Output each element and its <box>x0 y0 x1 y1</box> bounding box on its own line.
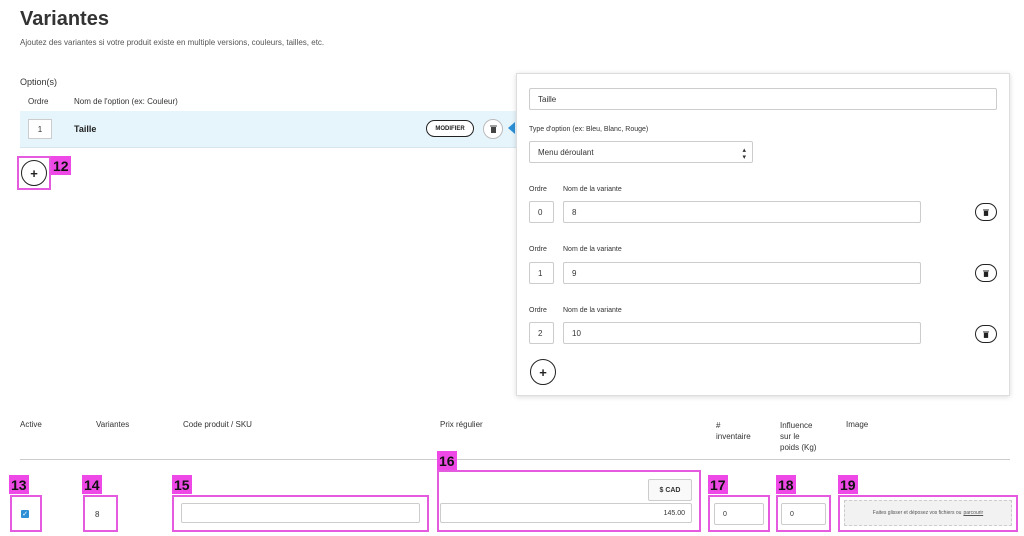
header-variants: Variantes <box>96 420 130 429</box>
options-col-order: Ordre <box>28 97 49 106</box>
option-type-value: Menu déroulant <box>538 147 594 157</box>
header-price: Prix régulier <box>440 420 483 429</box>
sku-input[interactable] <box>181 503 420 523</box>
annotation-badge-13: 13 <box>9 475 29 494</box>
delete-option-button[interactable] <box>483 119 503 139</box>
active-checkbox[interactable]: ✓ <box>21 510 29 518</box>
annotation-badge-19: 19 <box>838 475 858 494</box>
option-type-select[interactable]: Menu déroulant ▴ ▾ <box>529 141 753 163</box>
modify-option-button[interactable]: MODIFIER <box>426 120 474 137</box>
header-weight-line: sur le <box>780 432 800 441</box>
variant-name-label: Nom de la variante <box>563 186 622 193</box>
panel-pointer <box>508 122 515 134</box>
header-inventory: # inventaire <box>716 420 751 442</box>
delete-variant-button[interactable] <box>975 264 997 282</box>
variant-order-label: Ordre <box>529 246 547 253</box>
weight-input[interactable]: 0 <box>781 503 826 525</box>
check-icon: ✓ <box>22 510 28 518</box>
trash-icon <box>983 209 989 216</box>
variant-order-field[interactable]: 1 <box>529 262 554 284</box>
variant-name-field[interactable]: 9 <box>563 262 921 284</box>
annotation-badge-12: 12 <box>51 156 71 175</box>
annotation-badge-15: 15 <box>172 475 192 494</box>
variant-order-label: Ordre <box>529 307 547 314</box>
delete-variant-button[interactable] <box>975 203 997 221</box>
trash-icon <box>489 125 497 133</box>
browse-link[interactable]: parcourir <box>963 510 983 516</box>
header-weight-line: poids (Kg) <box>780 443 817 452</box>
variant-order-field[interactable]: 0 <box>529 201 554 223</box>
header-inventory-line: # <box>716 421 721 430</box>
annotation-badge-17: 17 <box>708 475 728 494</box>
variant-order-field[interactable]: 2 <box>529 322 554 344</box>
variant-name-field[interactable]: 10 <box>563 322 921 344</box>
variant-name-field[interactable]: 8 <box>563 201 921 223</box>
page-title: Variantes <box>20 8 109 30</box>
plus-icon: + <box>30 165 38 181</box>
annotation-badge-14: 14 <box>82 475 102 494</box>
option-type-label: Type d'option (ex: Bleu, Blanc, Rouge) <box>529 126 649 133</box>
trash-icon <box>983 331 989 338</box>
header-weight-line: Influence <box>780 421 813 430</box>
dropzone-text: Faites glisser et déposez vos fichiers o… <box>872 510 962 516</box>
select-arrows-icon: ▴ ▾ <box>742 147 746 161</box>
add-option-button[interactable]: + <box>21 160 47 186</box>
delete-variant-button[interactable] <box>975 325 997 343</box>
price-input[interactable]: 145.00 <box>440 503 692 523</box>
option-name-input[interactable]: Taille <box>529 88 997 110</box>
header-active: Active <box>20 420 42 429</box>
trash-icon <box>983 270 989 277</box>
option-name: Taille <box>74 124 97 134</box>
annotation-badge-16: 16 <box>437 451 457 470</box>
currency-addon: $ CAD <box>648 479 692 501</box>
add-variant-button[interactable]: + <box>530 359 556 385</box>
options-col-name: Nom de l'option (ex: Couleur) <box>74 97 178 106</box>
page-subtitle: Ajoutez des variantes si votre produit e… <box>20 38 325 47</box>
annotation-box-14 <box>83 495 118 532</box>
table-divider <box>20 459 1010 460</box>
inventory-input[interactable]: 0 <box>714 503 764 525</box>
header-image: Image <box>846 420 869 429</box>
option-edit-panel <box>516 73 1010 396</box>
header-sku: Code produit / SKU <box>183 420 252 429</box>
variant-name-label: Nom de la variante <box>563 307 622 314</box>
header-weight: Influence sur le poids (Kg) <box>780 420 816 453</box>
image-dropzone[interactable]: Faites glisser et déposez vos fichiers o… <box>844 500 1012 526</box>
variant-name-label: Nom de la variante <box>563 246 622 253</box>
options-label: Option(s) <box>20 77 58 87</box>
variant-order-label: Ordre <box>529 186 547 193</box>
plus-icon: + <box>539 364 547 380</box>
header-inventory-line: inventaire <box>716 432 751 441</box>
annotation-badge-18: 18 <box>776 475 796 494</box>
variant-value: 8 <box>95 510 100 519</box>
option-order-field[interactable]: 1 <box>28 119 52 139</box>
